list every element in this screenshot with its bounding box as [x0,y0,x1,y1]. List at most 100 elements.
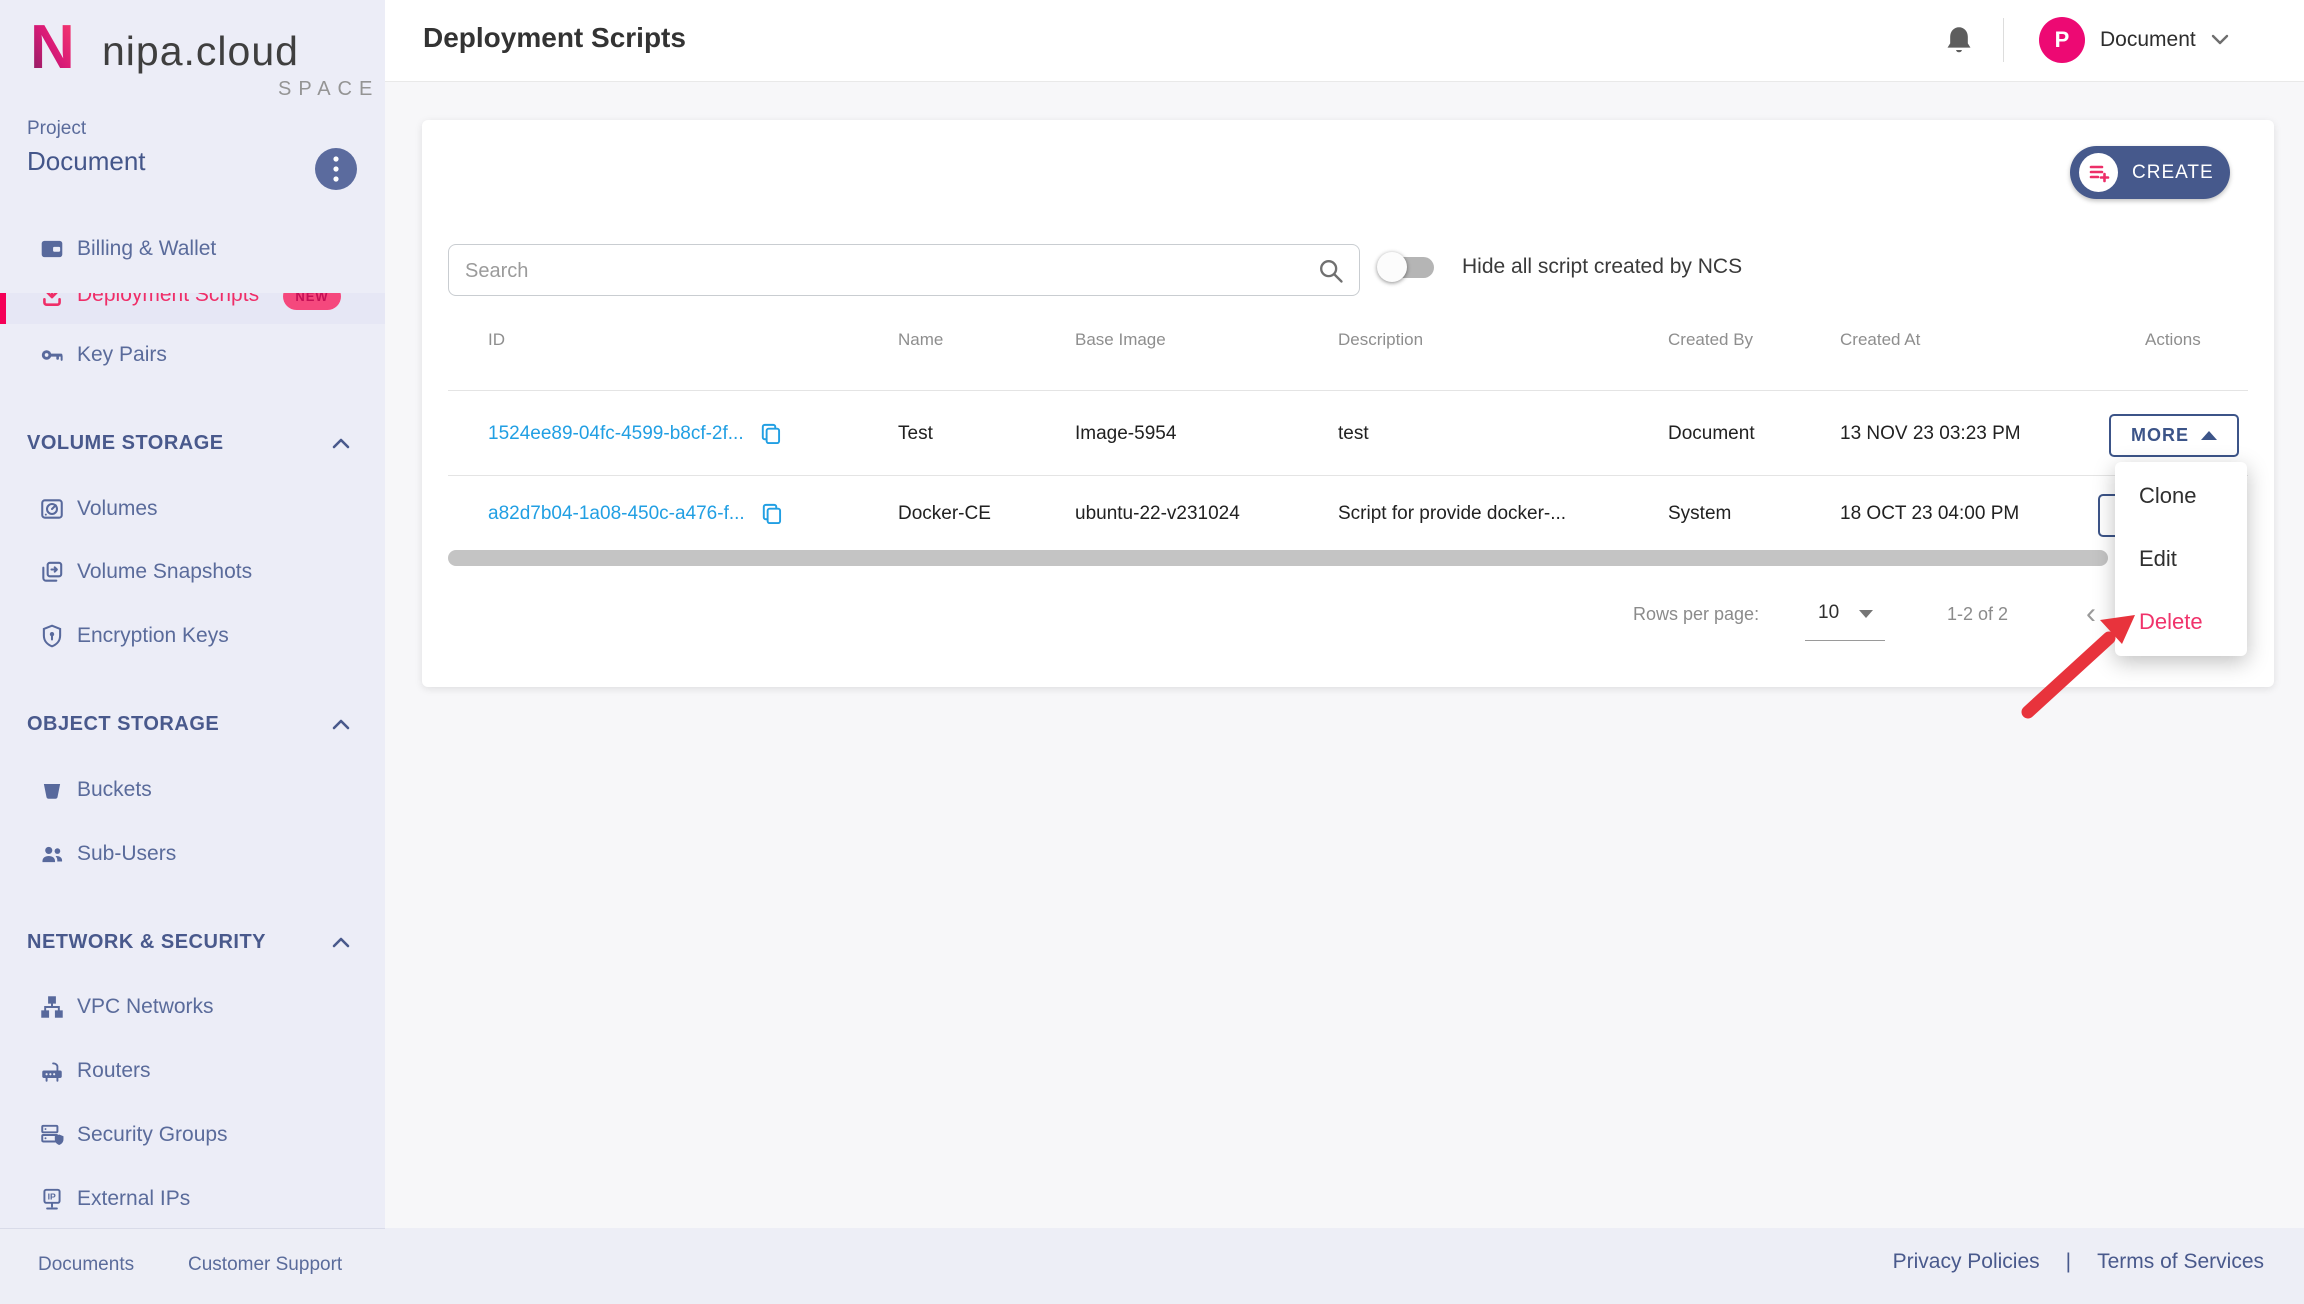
script-description: Script for provide docker-... [1338,503,1566,525]
sidebar-item-deployment-scripts[interactable]: Deployment Scripts NEW [0,293,385,324]
sidebar-item-label: Buckets [77,778,152,802]
more-button-label: MORE [2131,425,2189,446]
script-created-at: 18 OCT 23 04:00 PM [1840,503,2019,525]
create-button[interactable]: CREATE [2070,146,2230,199]
section-title-object-storage: OBJECT STORAGE [27,713,219,736]
search-icon[interactable] [1317,257,1345,285]
pagination-prev-icon[interactable]: ‹ [2086,597,2096,631]
script-base-image: Image-5954 [1075,423,1176,445]
hide-ncs-toggle-label: Hide all script created by NCS [1462,255,1742,279]
footer-right-links: Privacy Policies | Terms of Services [1893,1250,2264,1274]
brand-logo[interactable]: N nipa.cloud SPACE [30,12,360,104]
notifications-bell-icon[interactable] [1943,24,1975,58]
horizontal-scrollbar[interactable] [448,550,2108,566]
app-root: N nipa.cloud SPACE Project Document Bill… [0,0,2304,1304]
server-shield-icon [38,1122,65,1149]
sidebar-item-label: Security Groups [77,1123,228,1147]
page-title: Deployment Scripts [423,22,686,54]
section-title-network-security: NETWORK & SECURITY [27,931,266,954]
shield-lock-icon [38,623,65,650]
sidebar-item-volume-snapshots[interactable]: Volume Snapshots [0,542,385,602]
script-created-by: System [1668,503,1731,525]
project-menu-button[interactable] [315,148,357,190]
menu-item-delete[interactable]: Delete [2115,590,2247,654]
sidebar-item-label: Routers [77,1059,151,1083]
column-header-description: Description [1338,330,1423,350]
column-header-actions: Actions [2145,330,2201,350]
sidebar-item-label: Key Pairs [77,343,167,367]
bucket-icon [38,777,65,804]
sidebar-item-buckets[interactable]: Buckets [0,760,385,820]
column-header-created-at: Created At [1840,330,1920,350]
copy-icon[interactable] [758,422,781,445]
chevron-up-icon[interactable] [330,715,352,733]
sidebar-item-security-groups[interactable]: Security Groups [0,1105,385,1165]
copy-icon[interactable] [759,502,782,525]
project-label: Project [27,118,86,140]
script-name: Test [898,423,933,445]
chevron-up-icon[interactable] [330,933,352,951]
footer-link-customer-support[interactable]: Customer Support [188,1254,342,1276]
create-button-label: CREATE [2132,162,2214,184]
sidebar-item-label: Billing & Wallet [77,237,216,261]
sidebar: N nipa.cloud SPACE Project Document Bill… [0,0,385,1228]
column-header-name: Name [898,330,943,350]
users-icon [38,841,65,868]
script-id-text: a82d7b04-1a08-450c-a476-f... [488,503,745,525]
svg-text:N: N [30,14,75,80]
sidebar-item-encryption-keys[interactable]: Encryption Keys [0,606,385,666]
chevron-down-icon[interactable] [2211,33,2229,47]
script-id-link[interactable]: 1524ee89-04fc-4599-b8cf-2f... [488,422,781,445]
column-header-id: ID [488,330,505,350]
sidebar-item-label: Volumes [77,497,158,521]
table-divider [448,475,2248,476]
snapshot-icon [38,559,65,586]
account-name[interactable]: Document [2100,28,2196,52]
avatar[interactable]: P [2039,17,2085,63]
script-created-at: 13 NOV 23 03:23 PM [1840,423,2021,445]
more-actions-button-row1[interactable]: MORE [2109,414,2239,457]
sidebar-item-key-pairs[interactable]: Key Pairs [0,325,385,385]
footer-link-documents[interactable]: Documents [38,1254,134,1276]
sidebar-item-label: VPC Networks [77,995,214,1019]
menu-item-edit[interactable]: Edit [2115,527,2247,591]
footer-link-privacy-policies[interactable]: Privacy Policies [1893,1250,2040,1274]
ip-monitor-icon: IP [38,1186,65,1213]
column-header-created-by: Created By [1668,330,1753,350]
router-icon [38,1058,65,1085]
rows-per-page-label: Rows per page: [1633,604,1759,625]
wallet-icon [38,236,65,263]
sidebar-item-routers[interactable]: Routers [0,1041,385,1101]
sidebar-item-billing-wallet[interactable]: Billing & Wallet [0,219,385,279]
table-divider [448,390,2248,391]
chevron-up-icon[interactable] [330,434,352,452]
new-badge: NEW [283,293,341,310]
brand-n-icon: N [30,14,92,80]
sidebar-item-vpc-networks[interactable]: VPC Networks [0,977,385,1037]
sidebar-item-sub-users[interactable]: Sub-Users [0,824,385,884]
avatar-initial: P [2055,27,2070,53]
script-created-by: Document [1668,423,1755,445]
script-id-text: 1524ee89-04fc-4599-b8cf-2f... [488,423,744,445]
sidebar-footer-divider [0,1228,385,1229]
sidebar-item-volumes[interactable]: Volumes [0,479,385,539]
hide-ncs-toggle[interactable] [1384,257,1434,278]
toggle-thumb [1377,252,1407,282]
deployment-scripts-icon [38,293,65,309]
search-input[interactable] [463,250,1307,292]
script-description: test [1338,423,1369,445]
sidebar-item-label: Sub-Users [77,842,176,866]
menu-item-clone[interactable]: Clone [2115,464,2247,528]
select-caret-icon[interactable] [1859,610,1873,618]
footer-link-terms-of-services[interactable]: Terms of Services [2097,1250,2264,1274]
sidebar-item-external-ips[interactable]: IP External IPs [0,1169,385,1229]
rows-per-page-select[interactable]: 10 [1818,602,1839,624]
create-plus-icon [2079,153,2118,192]
caret-up-icon [2201,431,2217,440]
script-id-link[interactable]: a82d7b04-1a08-450c-a476-f... [488,502,782,525]
select-underline [1805,640,1885,641]
network-nodes-icon [38,994,65,1021]
page-footer: Documents Customer Support Privacy Polic… [0,1228,2304,1304]
kebab-menu-icon [332,155,340,183]
svg-text:IP: IP [47,1192,55,1202]
